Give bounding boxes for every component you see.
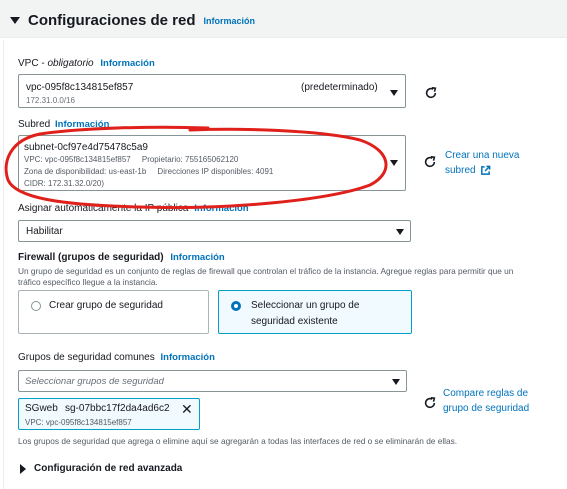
vpc-cidr: 172.31.0.0/16	[26, 96, 75, 105]
section-header[interactable]: Configuraciones de red Información	[10, 12, 255, 29]
section-title: Configuraciones de red	[28, 12, 196, 29]
radio-create-security-group[interactable]	[31, 301, 41, 311]
public-ip-info-link[interactable]: Información	[194, 203, 248, 214]
vpc-select[interactable]: vpc-095f8c134815ef857 (predeterminado) 1…	[18, 74, 406, 108]
vpc-label-text: VPC -	[18, 58, 48, 69]
firewall-info-link[interactable]: Información	[170, 252, 224, 263]
firewall-description-line1: Un grupo de seguridad es un conjunto de …	[18, 266, 514, 276]
create-subnet-link-line1: Crear una nueva	[445, 150, 520, 161]
vpc-info-link[interactable]: Información	[100, 58, 154, 69]
select-existing-group-label-2: seguridad existente	[251, 316, 338, 327]
chevron-down-icon	[392, 379, 400, 385]
advanced-network-label: Configuración de red avanzada	[34, 463, 183, 474]
token-vpc: VPC: vpc-095f8c134815ef857	[25, 418, 132, 427]
subnet-vpc-owner: VPC: vpc-095f8c134815ef857 Propietario: …	[24, 155, 239, 164]
public-ip-select[interactable]: Habilitar	[18, 220, 411, 242]
vpc-required-text: obligatorio	[47, 58, 94, 69]
subnet-label: Subred Información	[18, 119, 109, 130]
public-ip-label-text: Asignar automáticamente la IP pública	[18, 203, 189, 214]
subnet-value: subnet-0cf97e4d75478c5a9	[24, 142, 148, 153]
security-groups-note: Los grupos de seguridad que agrega o eli…	[18, 436, 458, 446]
public-ip-value: Habilitar	[26, 226, 63, 237]
create-security-group-option[interactable]: Crear grupo de seguridad	[18, 290, 209, 334]
subnet-zone-ips: Zona de disponibilidad: us-east-1b Direc…	[24, 167, 274, 176]
firewall-description: Un grupo de seguridad es un conjunto de …	[18, 266, 563, 288]
compare-rules-line1: Compare reglas de	[443, 388, 529, 399]
vpc-value: vpc-095f8c134815ef857	[26, 82, 134, 93]
section-divider	[3, 40, 4, 489]
subnet-cidr: CIDR: 172.31.32.0/20)	[24, 179, 105, 188]
close-icon[interactable]: ✕	[181, 402, 193, 416]
vpc-default-tag: (predeterminado)	[301, 82, 378, 93]
caret-down-icon[interactable]	[10, 17, 20, 24]
security-groups-select[interactable]: Seleccionar grupos de seguridad	[18, 370, 407, 392]
caret-right-icon	[20, 463, 26, 474]
common-groups-info-link[interactable]: Información	[161, 352, 215, 363]
subnet-select[interactable]: subnet-0cf97e4d75478c5a9 VPC: vpc-095f8c…	[18, 135, 406, 191]
advanced-network-toggle[interactable]: Configuración de red avanzada	[20, 463, 182, 474]
security-group-token: SGweb sg-07bbc17f2da4ad6c2 VPC: vpc-095f…	[18, 398, 200, 430]
public-ip-label: Asignar automáticamente la IP pública In…	[18, 203, 249, 214]
external-link-icon	[480, 165, 490, 175]
select-existing-group-option[interactable]: Seleccionar un grupo de seguridad existe…	[218, 290, 412, 334]
create-subnet-link-line2: subred	[445, 165, 476, 176]
compare-rules-link[interactable]: Compare reglas de grupo de seguridad	[443, 386, 529, 416]
firewall-label: Firewall (grupos de seguridad) Informaci…	[18, 252, 225, 263]
create-subnet-link-line2-wrap: subred	[445, 163, 520, 178]
compare-rules-line2: grupo de seguridad	[443, 403, 530, 414]
subnet-label-text: Subred	[18, 119, 51, 130]
refresh-icon[interactable]	[424, 86, 438, 100]
chevron-down-icon	[390, 90, 398, 96]
refresh-icon[interactable]	[423, 396, 437, 410]
radio-select-existing-group[interactable]	[231, 301, 241, 311]
firewall-label-text: Firewall (grupos de seguridad)	[18, 252, 164, 263]
token-name: SGweb	[25, 403, 58, 414]
chevron-down-icon	[390, 160, 398, 166]
vpc-label: VPC - obligatorio Información	[18, 58, 155, 69]
section-info-link[interactable]: Información	[204, 16, 256, 26]
firewall-description-line2: tráfico específico llegue a la instancia…	[18, 277, 158, 287]
common-groups-label-text: Grupos de seguridad comunes	[18, 352, 155, 363]
token-id: sg-07bbc17f2da4ad6c2	[65, 403, 170, 414]
security-groups-placeholder: Seleccionar grupos de seguridad	[25, 376, 164, 387]
select-existing-group-label-1: Seleccionar un grupo de	[251, 300, 360, 311]
create-security-group-label: Crear grupo de seguridad	[49, 300, 163, 311]
subnet-info-link[interactable]: Información	[55, 119, 109, 130]
chevron-down-icon	[396, 229, 404, 235]
refresh-icon[interactable]	[423, 155, 437, 169]
create-subnet-link[interactable]: Crear una nueva subred	[445, 148, 520, 178]
common-groups-label: Grupos de seguridad comunes Información	[18, 352, 215, 363]
